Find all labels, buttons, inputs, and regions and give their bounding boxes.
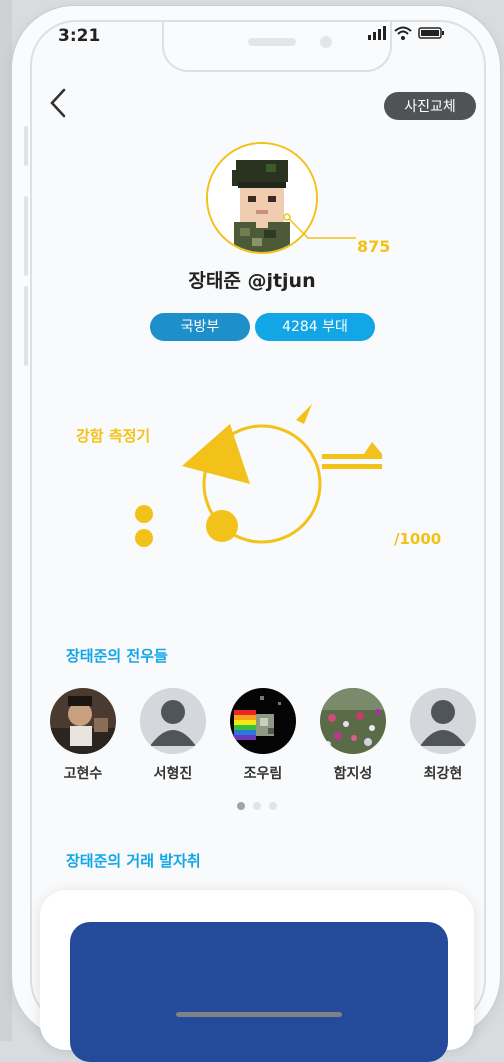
comrade-item[interactable]: 조우림 bbox=[228, 688, 298, 783]
trade-card[interactable] bbox=[40, 890, 474, 1062]
tag-organization: 국방부 bbox=[150, 313, 250, 341]
speaker bbox=[248, 38, 296, 46]
score-pointer-line bbox=[283, 213, 356, 239]
comrade-name: 함지성 bbox=[333, 766, 373, 782]
meter-max: /1000 bbox=[394, 530, 442, 548]
comrade-item[interactable]: 서형진 bbox=[138, 688, 208, 783]
side-button bbox=[24, 126, 28, 166]
comrade-item[interactable]: 고현수 bbox=[48, 688, 118, 783]
page-dot[interactable] bbox=[269, 802, 277, 810]
comrades-title: 장태준의 전우들 bbox=[66, 647, 168, 665]
side-button bbox=[24, 286, 28, 366]
comrade-item[interactable]: 함지성 bbox=[318, 688, 388, 783]
status-icons bbox=[368, 26, 446, 40]
comrade-name: 고현수 bbox=[63, 766, 103, 782]
camera bbox=[320, 36, 332, 48]
user-icon bbox=[140, 688, 206, 754]
comrade-photo bbox=[410, 688, 476, 754]
comrade-name: 서형진 bbox=[153, 766, 193, 782]
strength-meter-graphic bbox=[135, 404, 382, 547]
wifi-icon bbox=[394, 26, 412, 40]
tag-unit: 4284 부대 bbox=[255, 313, 375, 341]
comrade-name: 최강현 bbox=[423, 766, 463, 782]
meter-label: 강함 측정기 bbox=[76, 427, 151, 445]
comrade-photo bbox=[140, 688, 206, 754]
change-photo-button[interactable]: 사진교체 bbox=[384, 92, 476, 120]
back-arrow-icon[interactable] bbox=[46, 86, 68, 120]
comrade-name: 조우림 bbox=[243, 766, 283, 782]
trade-history-title: 장태준의 거래 발자취 bbox=[66, 852, 201, 870]
photo-placeholder bbox=[50, 688, 116, 754]
home-indicator[interactable] bbox=[176, 1012, 342, 1017]
profile-name: 장태준 @jtjun bbox=[188, 270, 316, 292]
flowers-photo bbox=[320, 688, 386, 754]
trade-card-content[interactable] bbox=[70, 922, 448, 1062]
score-value: 875 bbox=[357, 237, 391, 256]
pagination-dots bbox=[237, 802, 277, 810]
page-dot[interactable] bbox=[253, 802, 261, 810]
background bbox=[0, 0, 12, 1041]
side-button bbox=[24, 196, 28, 276]
status-time: 3:21 bbox=[58, 26, 101, 46]
notch bbox=[162, 22, 392, 72]
user-icon bbox=[410, 688, 476, 754]
comrade-photo bbox=[230, 688, 296, 754]
comrade-photo bbox=[320, 688, 386, 754]
comrades-list: 고현수 서형진 조우림 함지성 최강현 bbox=[48, 688, 478, 783]
battery-icon bbox=[418, 27, 444, 39]
comrade-photo bbox=[50, 688, 116, 754]
page-dot[interactable] bbox=[237, 802, 245, 810]
pixel-rainbow-image bbox=[230, 688, 296, 754]
comrade-item[interactable]: 최강현 bbox=[408, 688, 478, 783]
signal-icon bbox=[368, 26, 386, 40]
